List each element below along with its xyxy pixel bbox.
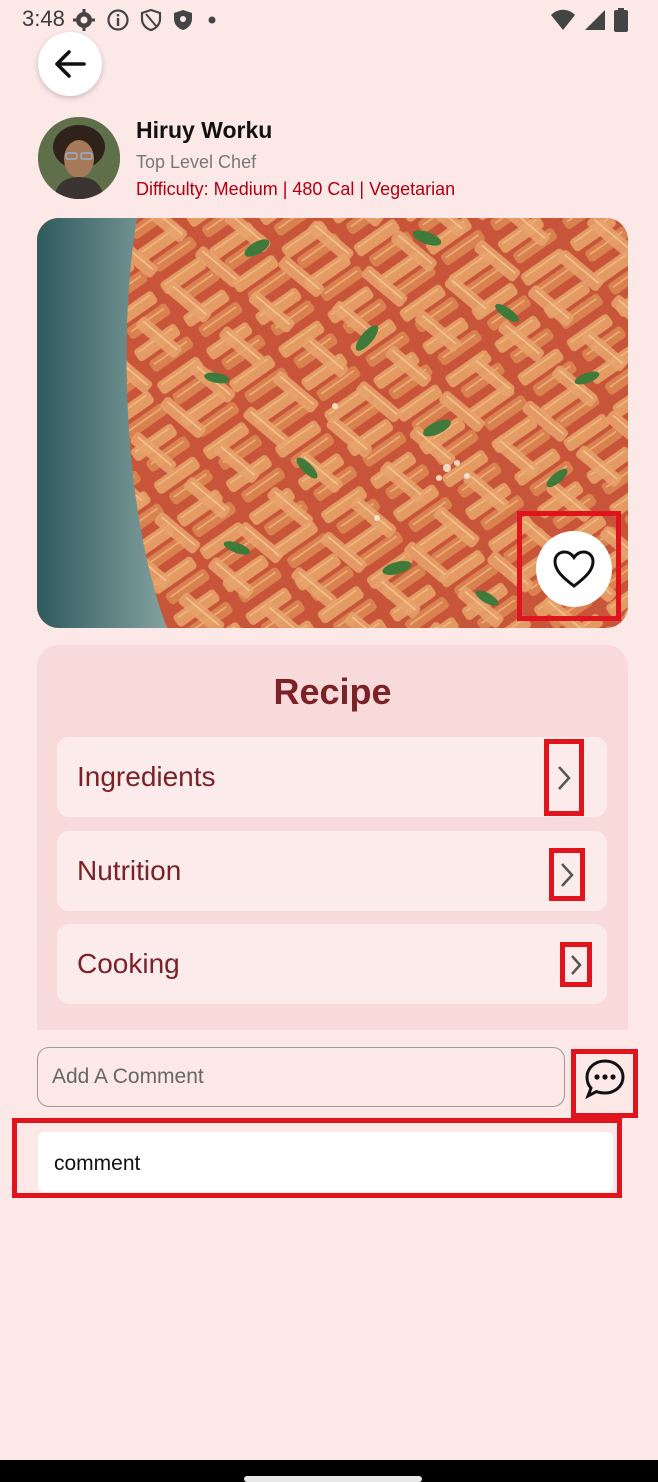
battery-icon xyxy=(614,8,628,32)
favorite-button[interactable] xyxy=(536,531,612,607)
status-icons-right xyxy=(550,8,628,32)
signal-icon xyxy=(585,10,605,30)
recipe-row-nutrition[interactable]: Nutrition xyxy=(57,831,607,911)
chat-bubble-icon xyxy=(585,1059,625,1100)
recipe-meta: Difficulty: Medium | 480 Cal | Vegetaria… xyxy=(136,179,456,199)
recipe-row-ingredients[interactable]: Ingredients xyxy=(57,737,607,817)
back-button[interactable] xyxy=(38,32,102,96)
status-time: 3:48 xyxy=(22,6,65,31)
shield-filled-icon xyxy=(174,10,192,30)
cooking-chevron-button[interactable] xyxy=(560,942,592,987)
comment-text: comment xyxy=(54,1152,141,1175)
heart-icon xyxy=(553,550,595,588)
nutrition-chevron-button[interactable] xyxy=(549,848,585,901)
chef-avatar-image xyxy=(38,117,120,199)
status-icons-left xyxy=(72,8,220,32)
comment-item: comment xyxy=(38,1132,613,1192)
comment-send-button[interactable] xyxy=(581,1055,629,1103)
shield-icon xyxy=(140,8,162,32)
chef-avatar xyxy=(38,117,120,199)
wifi-icon xyxy=(551,9,575,30)
comment-input[interactable] xyxy=(37,1047,565,1107)
chevron-right-icon xyxy=(561,862,574,887)
recipe-row-cooking[interactable]: Cooking xyxy=(57,924,607,1004)
recipe-card: Recipe Ingredients Nutrition Cooking xyxy=(37,645,628,1030)
chevron-right-icon xyxy=(558,765,571,790)
recipe-title: Recipe xyxy=(273,671,392,712)
settings-icon xyxy=(73,9,95,31)
recipe-row-label: Nutrition xyxy=(77,855,182,886)
status-bar: 3:48 xyxy=(0,0,658,40)
chef-title: Top Level Chef xyxy=(136,152,257,172)
chef-name: Hiruy Worku xyxy=(136,117,273,143)
info-icon xyxy=(107,9,129,31)
chevron-right-icon xyxy=(571,954,582,975)
arrow-left-icon xyxy=(55,50,86,78)
recipe-row-label: Ingredients xyxy=(77,761,216,792)
home-indicator[interactable] xyxy=(244,1476,422,1482)
dot-icon xyxy=(208,16,216,24)
recipe-row-label: Cooking xyxy=(77,948,180,979)
ingredients-chevron-button[interactable] xyxy=(544,739,584,816)
